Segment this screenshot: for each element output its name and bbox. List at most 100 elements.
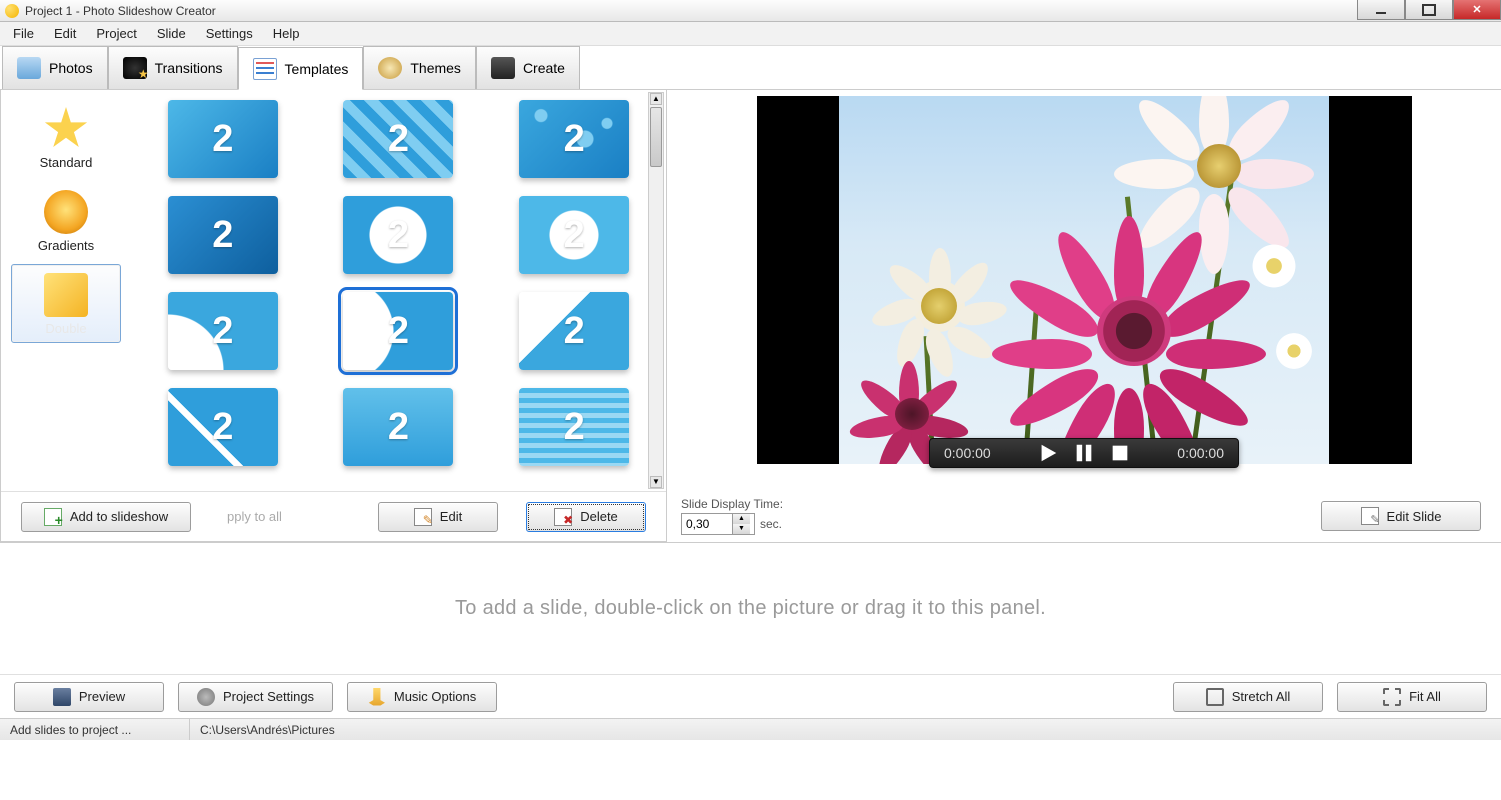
- status-hint: Add slides to project ...: [0, 719, 190, 740]
- template-glyph: 2: [564, 214, 585, 257]
- close-button[interactable]: [1453, 0, 1501, 20]
- music-options-button[interactable]: Music Options: [347, 682, 497, 712]
- play-button[interactable]: [1037, 442, 1059, 464]
- button-label: Delete: [580, 509, 618, 524]
- menu-help[interactable]: Help: [263, 23, 310, 44]
- template-thumb[interactable]: 2: [168, 292, 278, 370]
- category-gradients[interactable]: Gradients: [11, 181, 121, 260]
- tab-photos[interactable]: Photos: [2, 46, 108, 89]
- preview-button[interactable]: Preview: [14, 682, 164, 712]
- button-label: Preview: [79, 689, 125, 704]
- timeline-hint: To add a slide, double-click on the pict…: [0, 543, 1501, 674]
- add-to-slideshow-button[interactable]: Add to slideshow: [21, 502, 191, 532]
- tab-label: Photos: [49, 60, 93, 76]
- time-elapsed: 0:00:00: [944, 445, 991, 461]
- main-area: Standard Gradients Double 222222222222 ▲…: [0, 90, 1501, 542]
- slide-display-time-input[interactable]: ▲▼: [681, 513, 755, 535]
- themes-icon: [378, 57, 402, 79]
- project-settings-button[interactable]: Project Settings: [178, 682, 333, 712]
- slide-time-field[interactable]: [682, 517, 732, 531]
- template-glyph: 2: [564, 406, 585, 449]
- menu-bar: File Edit Project Slide Settings Help: [0, 22, 1501, 46]
- template-glyph: 2: [388, 214, 409, 257]
- edit-template-button[interactable]: Edit: [378, 502, 498, 532]
- menu-settings[interactable]: Settings: [196, 23, 263, 44]
- timeline-toolbar: Preview Project Settings Music Options S…: [0, 674, 1501, 718]
- spin-down-icon[interactable]: ▼: [733, 524, 750, 534]
- delete-icon: [554, 508, 572, 526]
- spin-up-icon[interactable]: ▲: [733, 514, 750, 524]
- pinned-note-icon: [44, 273, 88, 317]
- menu-edit[interactable]: Edit: [44, 23, 86, 44]
- templates-scrollbar[interactable]: ▲ ▼: [648, 92, 664, 489]
- tab-themes[interactable]: Themes: [363, 46, 476, 89]
- tab-create[interactable]: Create: [476, 46, 580, 89]
- template-grid: 222222222222 ▲ ▼: [131, 90, 666, 491]
- template-thumb[interactable]: 2: [519, 388, 629, 466]
- button-label: Edit: [440, 509, 462, 524]
- maximize-button[interactable]: [1405, 0, 1453, 20]
- scroll-up-icon[interactable]: ▲: [650, 93, 662, 105]
- button-label: Add to slideshow: [70, 509, 168, 524]
- category-double[interactable]: Double: [11, 264, 121, 343]
- time-total: 0:00:00: [1177, 445, 1224, 461]
- add-icon: [44, 508, 62, 526]
- template-thumb[interactable]: 2: [519, 100, 629, 178]
- template-glyph: 2: [212, 406, 233, 449]
- menu-slide[interactable]: Slide: [147, 23, 196, 44]
- minimize-button[interactable]: [1357, 0, 1405, 20]
- template-glyph: 2: [212, 214, 233, 257]
- status-bar: Add slides to project ... C:\Users\André…: [0, 718, 1501, 740]
- template-actions: Add to slideshow pply to all Edit Delete: [1, 491, 666, 541]
- edit-slide-button[interactable]: Edit Slide: [1321, 501, 1481, 531]
- template-thumb[interactable]: 2: [519, 196, 629, 274]
- template-thumb[interactable]: 2: [343, 388, 453, 466]
- playback-controls: 0:00:00 0:00:00: [929, 438, 1239, 468]
- template-thumb[interactable]: 2: [519, 292, 629, 370]
- menu-project[interactable]: Project: [86, 23, 146, 44]
- templates-pane: Standard Gradients Double 222222222222 ▲…: [0, 90, 667, 542]
- category-label: Standard: [14, 155, 118, 170]
- template-glyph: 2: [212, 118, 233, 161]
- title-bar: Project 1 - Photo Slideshow Creator: [0, 0, 1501, 22]
- menu-file[interactable]: File: [3, 23, 44, 44]
- templates-icon: [253, 58, 277, 80]
- template-thumb[interactable]: 2: [343, 292, 453, 370]
- main-tabs: Photos Transitions Templates Themes Crea…: [0, 46, 1501, 90]
- gear-icon: [197, 688, 215, 706]
- scroll-down-icon[interactable]: ▼: [650, 476, 662, 488]
- scroll-thumb[interactable]: [650, 107, 662, 167]
- button-label: Edit Slide: [1387, 509, 1442, 524]
- button-label: Music Options: [394, 689, 476, 704]
- template-categories: Standard Gradients Double: [1, 90, 131, 491]
- spinner-buttons[interactable]: ▲▼: [732, 514, 750, 534]
- delete-template-button[interactable]: Delete: [526, 502, 646, 532]
- template-thumb[interactable]: 2: [168, 100, 278, 178]
- preview-icon: [53, 688, 71, 706]
- tab-templates[interactable]: Templates: [238, 47, 364, 90]
- tab-transitions[interactable]: Transitions: [108, 46, 238, 89]
- edit-slide-icon: [1361, 507, 1379, 525]
- category-label: Double: [14, 321, 118, 336]
- music-icon: [368, 688, 386, 706]
- fit-all-button[interactable]: Fit All: [1337, 682, 1487, 712]
- stretch-icon: [1206, 688, 1224, 706]
- template-thumb[interactable]: 2: [168, 388, 278, 466]
- template-glyph: 2: [564, 310, 585, 353]
- button-label: Fit All: [1409, 689, 1441, 704]
- template-thumb[interactable]: 2: [343, 100, 453, 178]
- pause-button[interactable]: [1073, 442, 1095, 464]
- photos-icon: [17, 57, 41, 79]
- template-thumb[interactable]: 2: [168, 196, 278, 274]
- stop-button[interactable]: [1109, 442, 1131, 464]
- create-icon: [491, 57, 515, 79]
- status-path: C:\Users\Andrés\Pictures: [190, 719, 1501, 740]
- slide-options: Slide Display Time: ▲▼ sec. Edit Slide: [667, 498, 1501, 542]
- timeline-panel: To add a slide, double-click on the pict…: [0, 542, 1501, 718]
- stretch-all-button[interactable]: Stretch All: [1173, 682, 1323, 712]
- window-controls: [1357, 0, 1501, 20]
- category-standard[interactable]: Standard: [11, 98, 121, 177]
- template-thumb[interactable]: 2: [343, 196, 453, 274]
- tab-label: Create: [523, 60, 565, 76]
- template-glyph: 2: [388, 310, 409, 353]
